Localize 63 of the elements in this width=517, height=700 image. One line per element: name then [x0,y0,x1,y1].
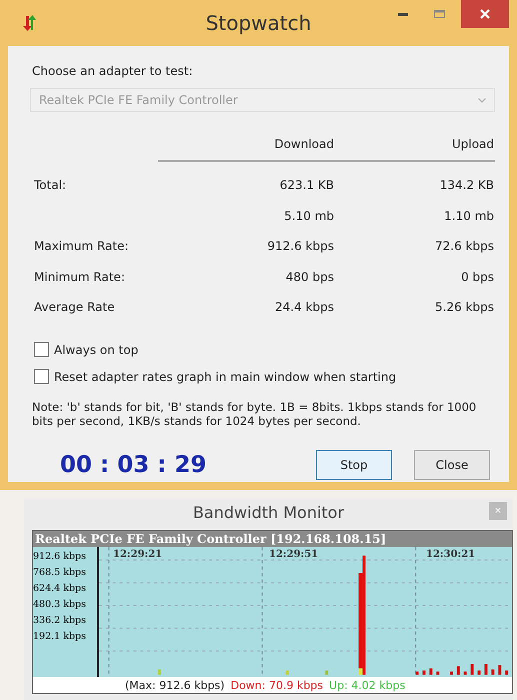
download-value: 623.1 KB [278,178,334,192]
upload-bar [325,670,328,675]
row-label: Average Rate [34,300,116,314]
checkbox-label: Always on top [54,342,138,356]
download-value: 912.6 kbps [266,239,334,254]
download-bar [498,665,502,675]
upload-bar [158,669,161,675]
upload-bar [286,670,289,675]
upload-value: 72.6 kbps [434,239,494,254]
adapter-label: Choose an adapter to test: [32,64,194,78]
stop-button[interactable]: Stop [316,450,392,480]
close-button[interactable] [461,0,509,28]
download-bar [422,670,426,675]
legend-text: (Max: 912.6 kbps) [125,678,225,692]
upload-value: 0 bps [460,270,494,284]
chevron-down-icon [478,98,486,102]
checkbox-label: Reset adapter rates graph in main window when starting [54,370,396,384]
axis-label: 12:29:21 [113,549,162,560]
minimize-icon [398,12,408,16]
checkbox[interactable] [34,369,49,384]
download-bar [464,672,467,675]
row-label: Total: [34,178,68,192]
download-value: 24.4 kbps [274,300,334,314]
download-bar [470,664,474,675]
checkbox[interactable] [34,342,49,357]
axis-label: 192.1 kbps [33,630,88,644]
download-value: 480 bps [284,270,334,284]
axis-label: 12:30:21 [426,549,476,560]
close-dialog-button[interactable]: Close [414,450,490,480]
download-bar [456,666,460,675]
legend-text: Up: 4.02 kbps [329,678,406,692]
maximize-icon [434,10,444,18]
column-header: Download [273,137,334,151]
upload-value: 5.26 kbps [434,300,494,314]
column-header: Upload [450,137,494,151]
upload-bar [358,668,363,675]
graph-title: Realtek PCIe FE Family Controller [192.168.108.15] [33,531,512,547]
axis-label: 480.3 kbps [33,598,88,612]
download-bar [429,668,432,675]
window-title: Bandwidth Monitor [192,502,344,522]
arrows-icon [22,14,38,32]
download-bar [416,672,419,675]
legend-text: Down: 70.9 kbps [230,678,324,692]
close-icon [480,9,490,19]
download-bar [478,670,481,675]
upload-value: 1.10 mb [443,208,494,223]
note-text: Note: 'b' stands for bit, 'B' stands for byte. 1B = 8bits. 1kbps stands for 1000 bits per second, 1KB/s stands for 1024 bytes per second. [32,400,478,428]
axis-label: 336.2 kbps [33,614,88,628]
axis-label: 912.6 kbps [33,550,88,564]
upload-value: 134.2 KB [438,178,494,192]
row-label: Maximum Rate: [34,239,130,254]
row-label: Minimum Rate: [34,270,126,284]
axis-label: 12:29:51 [269,549,318,560]
download-bar [491,669,494,675]
axis-label: 624.4 kbps [33,582,88,596]
window-title: Stopwatch [206,11,312,35]
axis-label: 768.5 kbps [33,566,88,580]
download-value: 5.10 mb [283,208,334,223]
download-bar [450,672,453,675]
download-bar [484,664,488,675]
elapsed-timer: 00 : 03 : 29 [60,452,208,478]
download-bar [436,672,440,675]
download-bar [505,670,508,675]
